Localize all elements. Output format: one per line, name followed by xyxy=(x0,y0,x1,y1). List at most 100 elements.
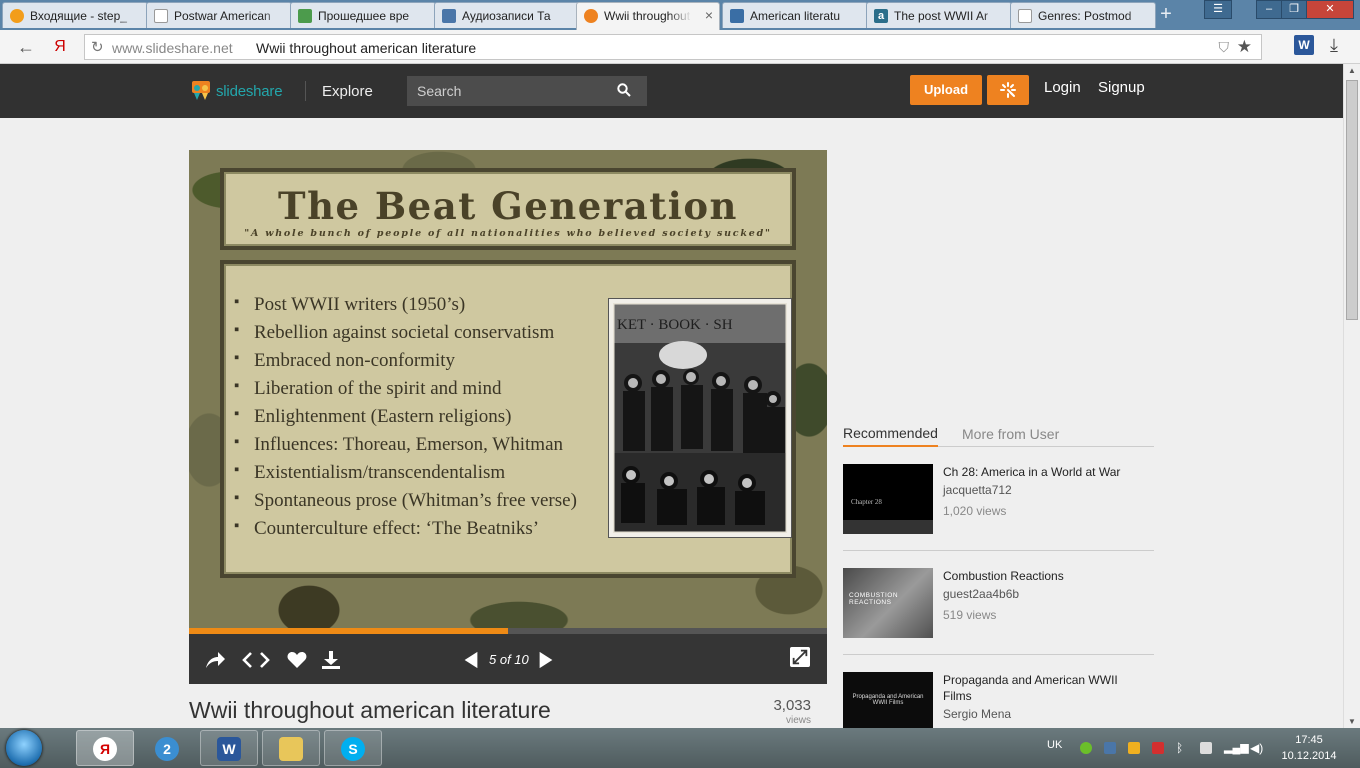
keyboard-language[interactable]: UK xyxy=(1047,739,1062,751)
clipboard-button[interactable] xyxy=(987,75,1029,105)
recommended-title[interactable]: Ch 28: America in a World at War xyxy=(943,464,1143,480)
divider xyxy=(843,550,1154,551)
browser-tab-audio[interactable]: Аудиозаписи Та xyxy=(434,2,580,28)
embed-icon[interactable] xyxy=(241,650,271,670)
slide-bullet: Liberation of the spirit and mind xyxy=(234,378,577,406)
browser-menu-button[interactable]: ☰ xyxy=(1204,0,1232,19)
reload-icon[interactable]: ↻ xyxy=(91,38,104,56)
clock-time[interactable]: 17:45 xyxy=(1284,734,1334,746)
slideshare-logo-text[interactable]: slideshare xyxy=(216,83,283,100)
vk-icon[interactable] xyxy=(1104,742,1116,754)
tray-app-icon[interactable] xyxy=(1128,742,1140,754)
document-icon xyxy=(154,9,168,23)
recommended-author[interactable]: jacquetta712 xyxy=(943,483,1012,497)
clock-date[interactable]: 10.12.2014 xyxy=(1276,750,1342,762)
slide-bullet-list: Post WWII writers (1950’s) Rebellion aga… xyxy=(234,294,577,546)
download-icon[interactable] xyxy=(320,650,342,670)
browser-tab-genres[interactable]: Genres: Postmod xyxy=(1010,2,1156,28)
tab-title: American literatu xyxy=(750,9,862,23)
slide-viewer[interactable]: The Beat Generation "A whole bunch of pe… xyxy=(189,150,827,628)
tab-recommended[interactable]: Recommended xyxy=(843,425,938,447)
minimize-button[interactable]: – xyxy=(1256,0,1282,19)
group-photo-image: KET · BOOK · SH xyxy=(613,303,787,533)
windows-taskbar: Я 2 W S UK ᛒ ▂▄▆ ◀) 17:45 10.12.2014 xyxy=(0,728,1360,768)
maximize-button[interactable]: ❐ xyxy=(1281,0,1307,19)
recommended-thumbnail[interactable]: Chapter 28 xyxy=(843,464,933,534)
close-tab-icon[interactable]: × xyxy=(705,7,713,23)
recommended-thumbnail[interactable]: COMBUSTION REACTIONS xyxy=(843,568,933,638)
site-favicon-icon xyxy=(730,9,744,23)
taskbar-network-app[interactable]: 2 xyxy=(138,730,196,766)
login-link[interactable]: Login xyxy=(1044,79,1081,96)
back-button[interactable]: ← xyxy=(16,37,36,57)
views-count: 3,033 xyxy=(773,697,811,714)
taskbar-explorer[interactable] xyxy=(262,730,320,766)
document-icon xyxy=(1018,9,1032,23)
slide-subtitle: "A whole bunch of people of all national… xyxy=(244,228,772,239)
start-button[interactable] xyxy=(6,730,42,766)
url-host: www.slideshare.net xyxy=(112,40,233,56)
close-window-button[interactable]: ✕ xyxy=(1306,0,1354,19)
tab-title: Genres: Postmod xyxy=(1038,9,1150,23)
pdf-icon[interactable] xyxy=(1152,742,1164,754)
recommended-thumbnail[interactable]: Propaganda and American WWII Films xyxy=(843,672,933,728)
recommended-title[interactable]: Propaganda and American WWII Films xyxy=(943,672,1143,704)
word-extension-icon[interactable]: W xyxy=(1294,35,1314,55)
omnibox[interactable]: ↻ www.slideshare.net Wwii throughout ame… xyxy=(84,34,1262,60)
scroll-down-icon[interactable]: ▼ xyxy=(1348,717,1356,726)
skype-icon: S xyxy=(341,737,365,761)
taskbar-skype[interactable]: S xyxy=(324,730,382,766)
signup-link[interactable]: Signup xyxy=(1098,79,1145,96)
thumbnail-text: COMBUSTION REACTIONS xyxy=(849,592,899,606)
tray-app-icon[interactable] xyxy=(1080,742,1092,754)
heart-like-icon[interactable] xyxy=(286,650,308,670)
browser-tab-postwar-american[interactable]: Postwar American xyxy=(146,2,292,28)
recommended-item[interactable]: Propaganda and American WWII Films Propa… xyxy=(843,672,1154,728)
tab-title: Аудиозаписи Та xyxy=(462,9,574,23)
header-divider xyxy=(305,81,306,101)
battery-icon[interactable] xyxy=(1200,742,1212,754)
search-icon[interactable] xyxy=(617,83,631,97)
recommended-author[interactable]: guest2aa4b6b xyxy=(943,587,1019,601)
network-signal-icon[interactable]: ▂▄▆ xyxy=(1224,742,1249,754)
next-slide-icon[interactable] xyxy=(535,650,557,670)
recommended-title[interactable]: Combustion Reactions xyxy=(943,568,1143,584)
clip-icon xyxy=(1000,82,1016,98)
browser-tab-post-wwii[interactable]: a The post WWII Ar xyxy=(866,2,1012,28)
scroll-up-icon[interactable]: ▲ xyxy=(1348,66,1356,75)
slide-bullet: Rebellion against societal conservatism xyxy=(234,322,577,350)
taskbar-word[interactable]: W xyxy=(200,730,258,766)
volume-icon[interactable]: ◀) xyxy=(1250,742,1263,754)
new-tab-button[interactable]: + xyxy=(1156,4,1176,24)
search-input[interactable]: Search xyxy=(407,76,647,106)
browser-tab-wwii-throughout[interactable]: Wwii throughout × xyxy=(576,2,720,30)
recommended-author[interactable]: Sergio Mena xyxy=(943,707,1011,721)
tab-more-from-user[interactable]: More from User xyxy=(962,426,1059,442)
upload-button[interactable]: Upload xyxy=(910,75,982,105)
tab-title: Прошедшее вре xyxy=(318,9,430,23)
browser-tab-inbox[interactable]: Входящие - step_ xyxy=(2,2,148,28)
browser-tab-past-tense[interactable]: Прошедшее вре xyxy=(290,2,436,28)
slideshare-favicon-icon xyxy=(584,9,598,23)
network-app-icon: 2 xyxy=(155,737,179,761)
share-icon[interactable] xyxy=(204,650,226,670)
search-placeholder: Search xyxy=(417,83,462,99)
slideshare-logo-icon[interactable] xyxy=(190,79,212,101)
browser-tab-american-literature[interactable]: American literatu xyxy=(722,2,868,28)
downloads-icon[interactable]: ⤓ xyxy=(1324,35,1344,57)
fullscreen-icon[interactable] xyxy=(789,647,811,667)
page-scrollbar[interactable]: ▲ ▼ xyxy=(1343,64,1360,728)
previous-slide-icon[interactable] xyxy=(460,650,482,670)
bookmark-star-icon[interactable]: ★ xyxy=(1237,37,1252,57)
taskbar-yandex-browser[interactable]: Я xyxy=(76,730,134,766)
tab-title: Postwar American xyxy=(174,9,286,23)
word-icon: W xyxy=(217,737,241,761)
recommended-item[interactable]: Chapter 28 Ch 28: America in a World at … xyxy=(843,464,1154,564)
yandex-button[interactable]: Я xyxy=(50,37,70,57)
scrollbar-thumb[interactable] xyxy=(1346,80,1358,320)
shield-icon[interactable]: ⛉ xyxy=(1219,39,1230,56)
bluetooth-icon[interactable]: ᛒ xyxy=(1176,742,1188,754)
explore-link[interactable]: Explore xyxy=(322,83,373,100)
recommended-item[interactable]: COMBUSTION REACTIONS Combustion Reaction… xyxy=(843,568,1154,668)
divider xyxy=(843,654,1154,655)
